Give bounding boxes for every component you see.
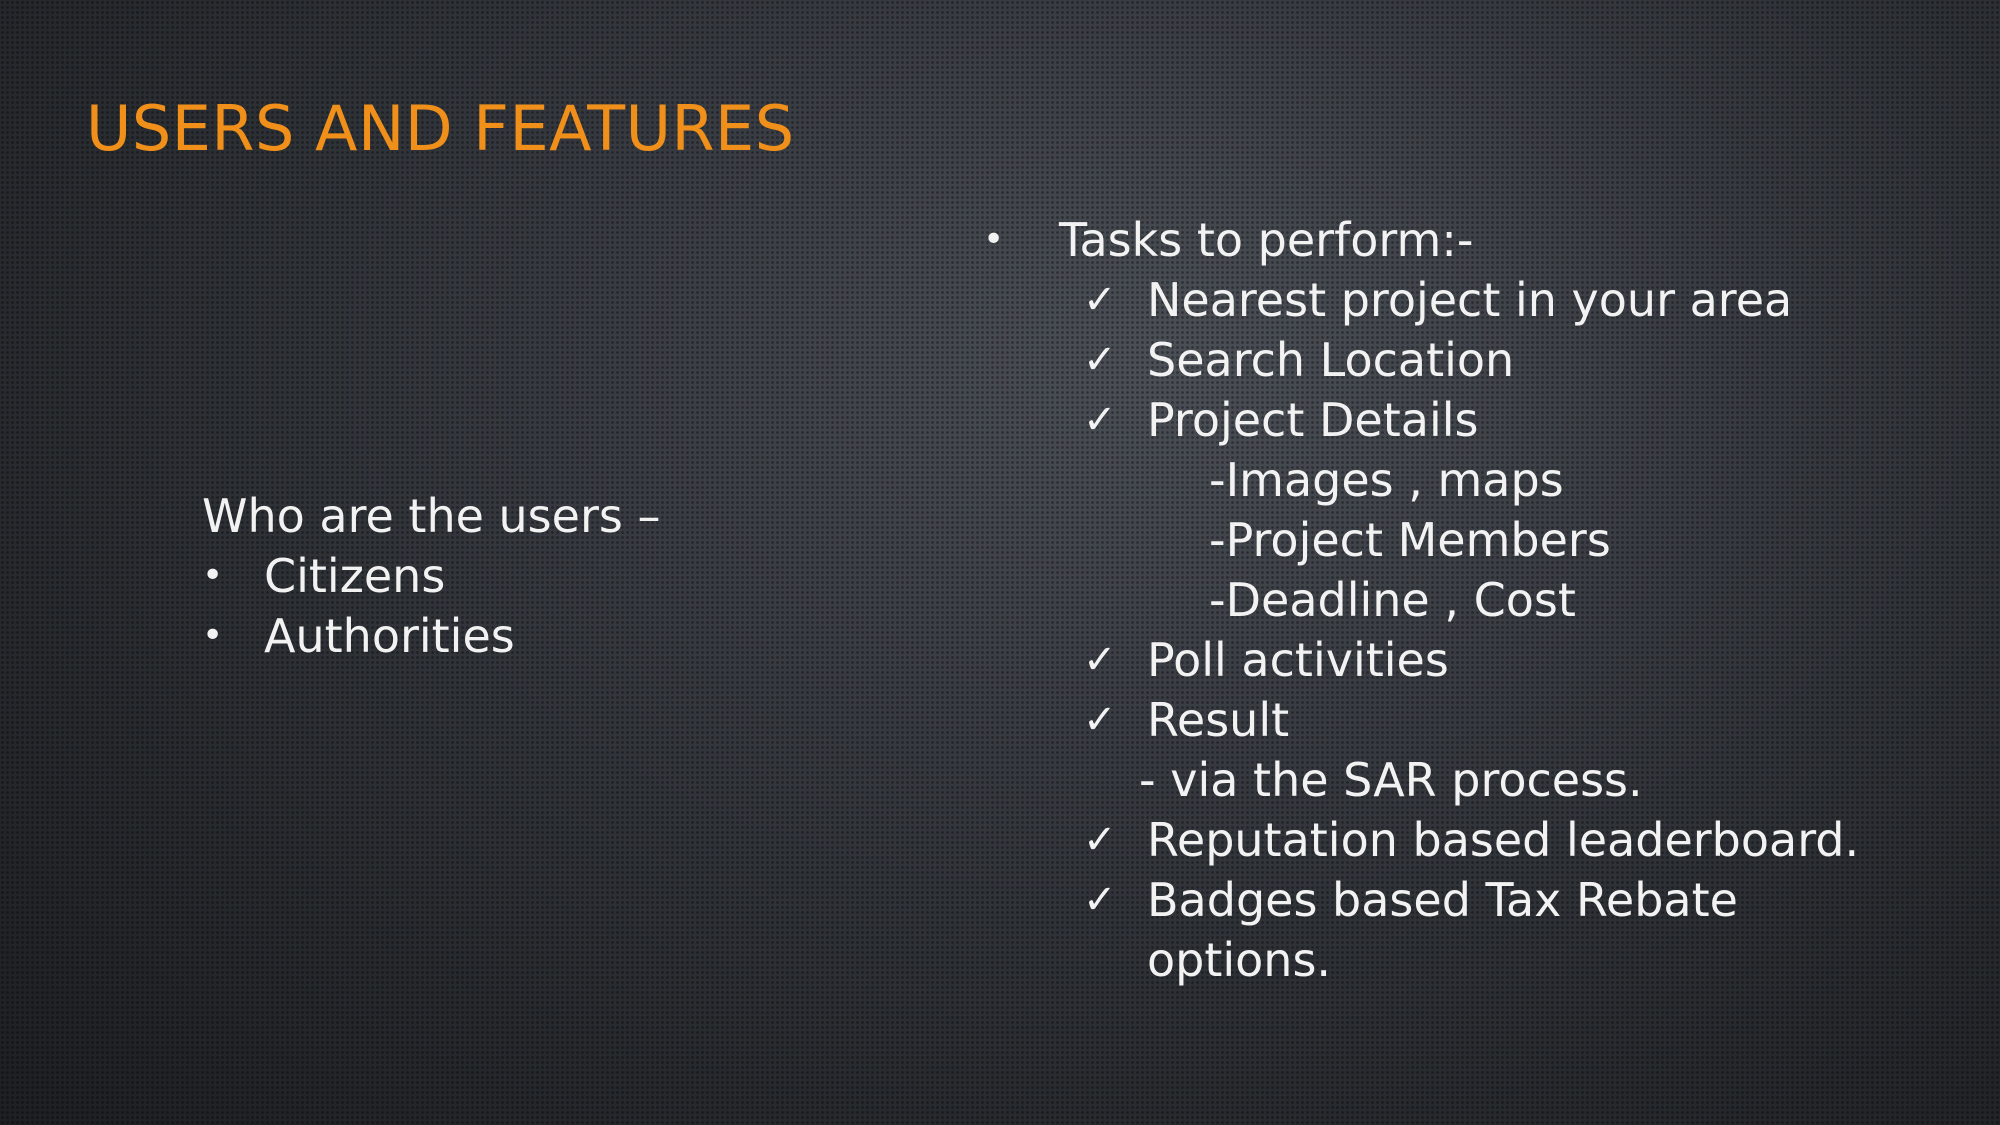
task-poll-activities: ✓ Poll activities <box>983 630 1983 690</box>
task-label: Badges based Tax Rebate <box>1147 873 1738 927</box>
tasks-heading: • Tasks to perform:- <box>983 210 1983 270</box>
slide-title: USERS AND FEATURES <box>86 92 795 165</box>
users-heading: Who are the users – <box>202 489 661 543</box>
task-badges-continuation: options. <box>1147 933 1332 987</box>
task-search-location: ✓ Search Location <box>983 330 1983 390</box>
checkmark-icon: ✓ <box>1083 697 1117 743</box>
task-label: Poll activities <box>1147 633 1449 687</box>
task-badges-tax-rebate: ✓ Badges based Tax Rebate <box>983 870 1983 930</box>
checkmark-icon: ✓ <box>1083 637 1117 683</box>
task-label: Project Details <box>1147 393 1479 447</box>
checkmark-icon: ✓ <box>1083 277 1117 323</box>
bullet-icon: • <box>983 219 1005 260</box>
task-label: Search Location <box>1147 333 1515 387</box>
task-result: ✓ Result <box>983 690 1983 750</box>
slide: USERS AND FEATURES Who are the users – •… <box>0 0 2000 1125</box>
tasks-section: • Tasks to perform:- ✓ Nearest project i… <box>983 210 1983 990</box>
task-nearest-project: ✓ Nearest project in your area <box>983 270 1983 330</box>
task-project-details: ✓ Project Details <box>983 390 1983 450</box>
user-item-citizens: • Citizens <box>202 546 660 606</box>
checkmark-icon: ✓ <box>1083 877 1117 923</box>
task-label: Nearest project in your area <box>1147 273 1793 327</box>
user-item-authorities: • Authorities <box>202 606 660 666</box>
checkmark-icon: ✓ <box>1083 397 1117 443</box>
result-note-sar: - via the SAR process. <box>1139 753 1643 807</box>
detail-project-members: -Project Members <box>1209 513 1611 567</box>
task-label: Result <box>1147 693 1290 747</box>
bullet-icon: • <box>202 555 224 596</box>
checkmark-icon: ✓ <box>1083 337 1117 383</box>
task-label: Reputation based leaderboard. <box>1147 813 1860 867</box>
detail-deadline-cost: -Deadline , Cost <box>1209 573 1576 627</box>
tasks-heading-label: Tasks to perform:- <box>1059 213 1474 267</box>
user-item-label: Authorities <box>264 609 515 663</box>
checkmark-icon: ✓ <box>1083 817 1117 863</box>
detail-images-maps: -Images , maps <box>1209 453 1564 507</box>
bullet-icon: • <box>202 615 224 656</box>
task-reputation-leaderboard: ✓ Reputation based leaderboard. <box>983 810 1983 870</box>
users-section: Who are the users – • Citizens • Authori… <box>202 486 660 666</box>
user-item-label: Citizens <box>264 549 446 603</box>
